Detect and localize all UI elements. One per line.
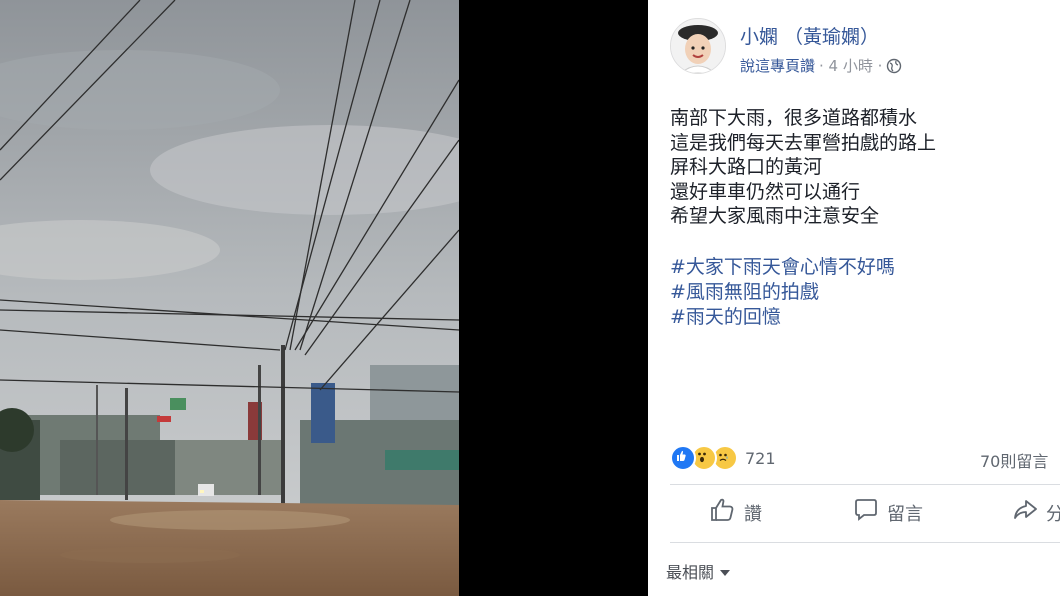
- post-panel: 小嫻 （黃瑜嫻） 說這專頁讚 · 4 小時 · 南部下大雨，很多道路都積水 這是…: [648, 0, 1060, 596]
- post-time[interactable]: · 4 小時 ·: [819, 55, 882, 76]
- author-name[interactable]: 小嫻 （黃瑜嫻）: [740, 22, 879, 49]
- divider: [670, 484, 1060, 485]
- body-line: 南部下大雨，很多道路都積水: [670, 107, 918, 129]
- like-label: 讚: [744, 503, 762, 525]
- reaction-count: 721: [745, 448, 776, 468]
- divider: [670, 542, 1060, 543]
- post-body: 南部下大雨，很多道路都積水 這是我們每天去軍營拍戲的路上 屏科大路口的黃河 還好…: [670, 106, 1050, 229]
- comment-button[interactable]: 留言: [853, 498, 923, 527]
- body-line: 這是我們每天去軍營拍戲的路上: [670, 131, 937, 154]
- body-line: 還好車車仍然可以通行: [670, 180, 861, 203]
- comments-count[interactable]: 70則留言: [980, 448, 1048, 472]
- share-icon: [1012, 498, 1038, 527]
- like-button[interactable]: 讚: [710, 498, 762, 527]
- like-icon: [670, 445, 696, 471]
- hashtag-link[interactable]: #雨天的回憶: [670, 305, 1050, 330]
- sort-label: 最相關: [666, 563, 715, 582]
- avatar[interactable]: [670, 18, 726, 74]
- comment-icon: [853, 498, 879, 527]
- hashtags: #大家下雨天會心情不好嗎 #風雨無阻的拍戲 #雨天的回憶: [670, 255, 1050, 330]
- sort-dropdown[interactable]: 最相關: [666, 559, 731, 583]
- thumbs-up-icon: [710, 498, 736, 527]
- caret-down-icon: [720, 562, 731, 581]
- flooded-street-photo[interactable]: [0, 0, 459, 596]
- share-button[interactable]: 分享: [1012, 498, 1060, 527]
- meta-link[interactable]: 說這專頁讚: [740, 55, 815, 76]
- globe-icon: [886, 58, 902, 74]
- comment-label: 留言: [887, 503, 923, 525]
- black-gap: [459, 0, 648, 596]
- post-meta: 說這專頁讚 · 4 小時 ·: [740, 55, 902, 76]
- body-line: 屏科大路口的黃河: [670, 156, 823, 178]
- share-label: 分享: [1046, 503, 1060, 525]
- body-line: 希望大家風雨中注意安全: [670, 205, 880, 227]
- hashtag-link[interactable]: #大家下雨天會心情不好嗎: [670, 255, 1050, 280]
- hashtag-link[interactable]: #風雨無阻的拍戲: [670, 280, 1050, 305]
- reactions-summary[interactable]: 721: [670, 445, 776, 471]
